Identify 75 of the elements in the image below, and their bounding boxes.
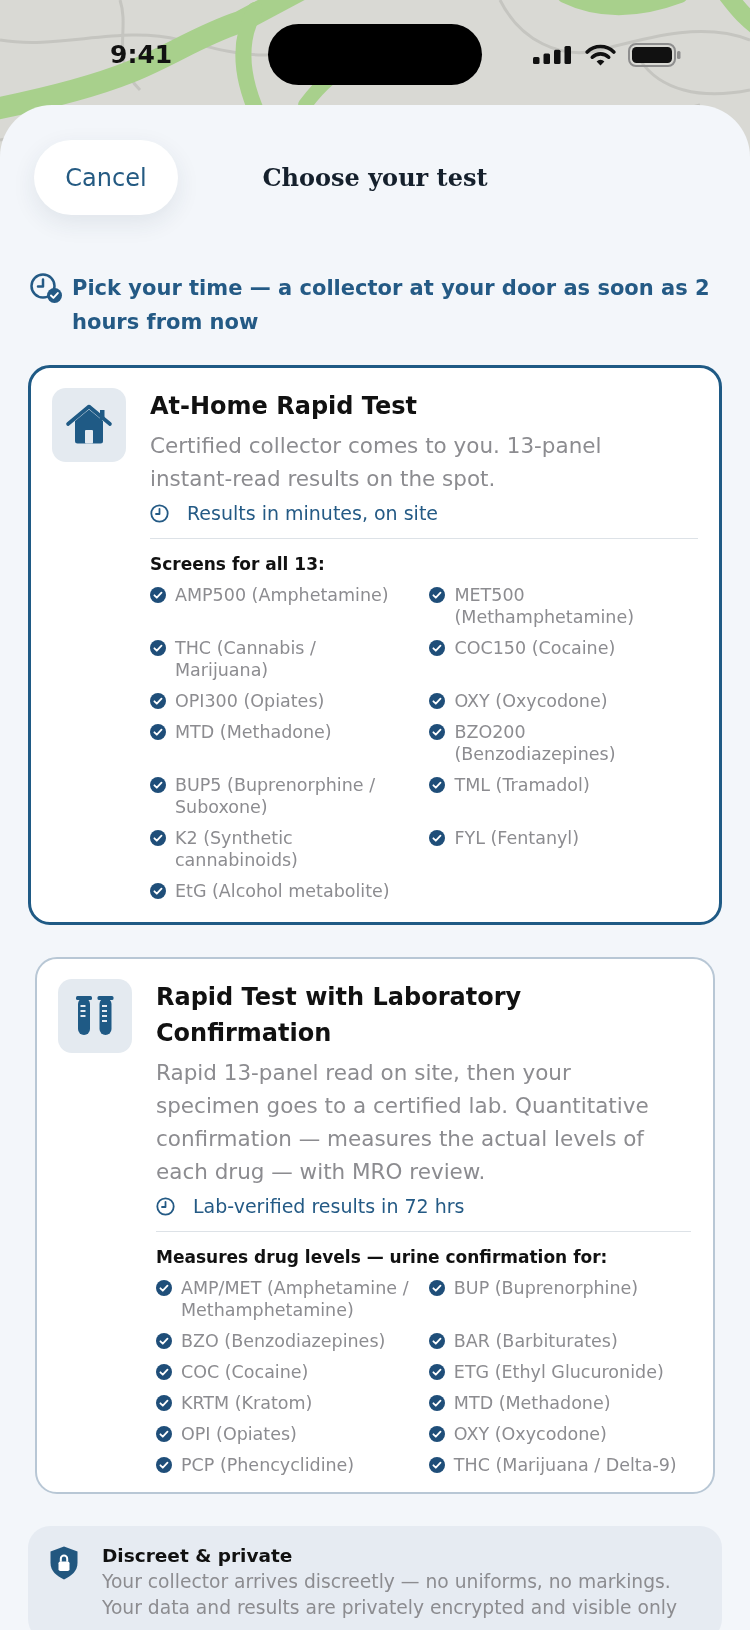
analyte-text: COC (Cocaine) bbox=[181, 1361, 309, 1383]
analyte-text: THC (Marijuana / Delta-9) bbox=[453, 1454, 677, 1476]
analyte-text: K2 (Synthetic cannabinoids) bbox=[175, 827, 299, 871]
analyte-text: OPI300 (Opiates) bbox=[175, 690, 325, 712]
banner-text: Pick your time — a collector at your door as soon as 2 hours from now bbox=[72, 275, 711, 336]
analyte-text: EtG (Alcohol metabolite) bbox=[175, 880, 390, 902]
turnaround-text: Lab-verified results in 72 hrs bbox=[193, 1194, 465, 1218]
option-description: Rapid 13-panel read on site, then your specimen goes to a certified lab. Quantitative confirmation — measures the actual levels of each drug — with MRO review. bbox=[156, 1059, 650, 1186]
privacy-title: Discreet & private bbox=[102, 1544, 294, 1568]
check-circle-icon bbox=[156, 1333, 172, 1349]
analyte-text: BZO (Benzodiazepines) bbox=[181, 1330, 386, 1352]
test-tubes-icon bbox=[58, 979, 132, 1053]
turnaround-text: Results in minutes, on site bbox=[187, 501, 439, 525]
analyte-text: OPI (Opiates) bbox=[181, 1423, 297, 1445]
test-option-card[interactable] bbox=[28, 365, 722, 925]
check-circle-icon bbox=[428, 1395, 445, 1411]
cancel-button[interactable]: Cancel bbox=[34, 140, 178, 215]
clock-icon bbox=[150, 503, 169, 523]
check-circle-icon bbox=[150, 777, 166, 793]
analyte-text: BUP5 (Buprenorphine / Suboxone) bbox=[175, 774, 377, 818]
analyte-text: PCP (Phencyclidine) bbox=[181, 1454, 355, 1476]
check-circle-icon bbox=[428, 1426, 445, 1442]
analyte-text: MTD (Methadone) bbox=[175, 721, 332, 743]
check-circle-icon bbox=[156, 1364, 172, 1380]
check-circle-icon bbox=[156, 1280, 172, 1296]
check-circle-icon bbox=[429, 777, 446, 793]
check-circle-icon bbox=[428, 1457, 445, 1473]
check-circle-icon bbox=[150, 883, 166, 899]
check-circle-icon bbox=[428, 1280, 445, 1296]
privacy-text: Your collector arrives discreetly — no uniforms, no markings. Your data and results are privately encrypted and visible only bbox=[102, 1570, 679, 1620]
check-circle-icon bbox=[156, 1457, 172, 1473]
analyte-text: OXY (Oxycodone) bbox=[453, 1423, 607, 1445]
analyte-text: BUP (Buprenorphine) bbox=[453, 1277, 639, 1299]
check-circle-icon bbox=[429, 830, 446, 846]
check-circle-icon bbox=[429, 640, 446, 656]
check-circle-icon bbox=[150, 693, 166, 709]
analyte-text: BAR (Barbiturates) bbox=[453, 1330, 618, 1352]
check-circle-icon bbox=[150, 830, 166, 846]
clock-icon bbox=[156, 1196, 175, 1216]
check-circle-icon bbox=[429, 693, 446, 709]
option-description: Certified collector comes to you. 13-panel instant-read results on the spot. bbox=[150, 432, 603, 493]
analyte-text: THC (Cannabis / Marijuana) bbox=[175, 637, 317, 681]
house-icon bbox=[52, 388, 126, 462]
analyte-text: KRTM (Kratom) bbox=[181, 1392, 313, 1414]
analyte-text: TML (Tramadol) bbox=[454, 774, 590, 796]
check-circle-icon bbox=[150, 640, 166, 656]
check-circle-icon bbox=[428, 1333, 445, 1349]
status-time: 9:41 bbox=[110, 39, 173, 70]
analyte-text: MTD (Methadone) bbox=[453, 1392, 611, 1414]
check-circle-icon bbox=[156, 1395, 172, 1411]
analyte-text: BZO200 (Benzodiazepines) bbox=[454, 721, 617, 765]
analyte-text: OXY (Oxycodone) bbox=[454, 690, 608, 712]
check-circle-icon bbox=[429, 724, 446, 740]
sheet-title: Choose your test bbox=[262, 161, 488, 194]
analyte-text: AMP/MET (Amphetamine / Methamphetamine) bbox=[181, 1277, 410, 1321]
check-circle-icon bbox=[429, 587, 446, 603]
signal-icon bbox=[533, 45, 571, 64]
check-circle-icon bbox=[156, 1426, 172, 1442]
check-circle-icon bbox=[150, 724, 166, 740]
clock-check-icon bbox=[30, 273, 62, 303]
list-heading: Screens for all 13: bbox=[150, 553, 326, 575]
check-circle-icon bbox=[150, 587, 166, 603]
analyte-text: ETG (Ethyl Glucuronide) bbox=[453, 1361, 664, 1383]
analyte-text: AMP500 (Amphetamine) bbox=[175, 584, 389, 606]
shield-lock-icon bbox=[50, 1546, 78, 1580]
list-heading: Measures drug levels — urine confirmation for: bbox=[156, 1246, 609, 1268]
option-title: Rapid Test with Laboratory Confirmation bbox=[156, 982, 523, 1049]
analyte-text: MET500 (Methamphetamine) bbox=[454, 584, 636, 628]
analyte-text: COC150 (Cocaine) bbox=[454, 637, 616, 659]
analyte-text: FYL (Fentanyl) bbox=[454, 827, 580, 849]
test-option-card[interactable] bbox=[35, 957, 715, 1494]
wifi-icon bbox=[585, 43, 616, 66]
check-circle-icon bbox=[428, 1364, 445, 1380]
battery-icon bbox=[628, 42, 681, 67]
option-title: At-Home Rapid Test bbox=[150, 391, 419, 422]
